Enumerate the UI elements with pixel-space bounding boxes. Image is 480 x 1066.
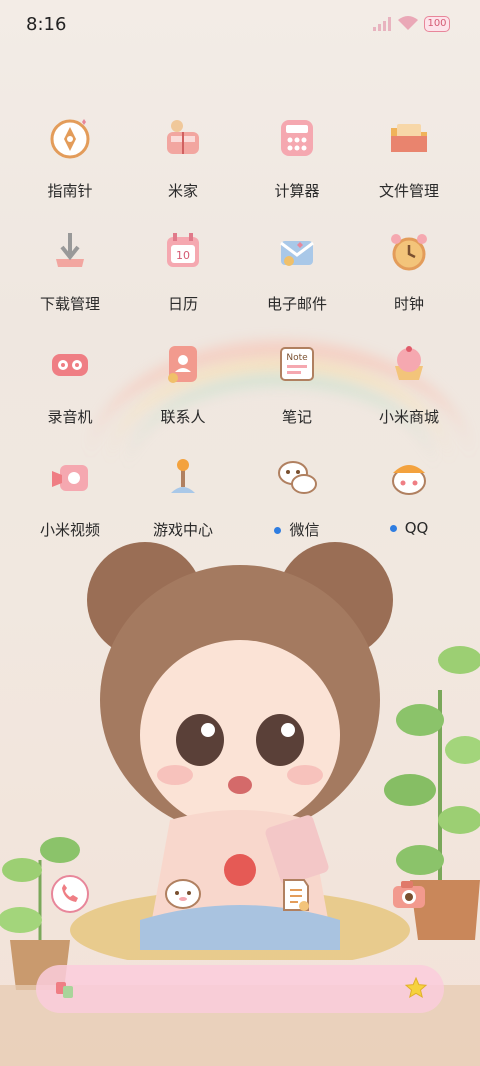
app-file-manager[interactable]: 文件管理 [353, 108, 465, 201]
star-icon[interactable] [404, 976, 428, 1000]
download-icon [40, 221, 100, 281]
app-label: 文件管理 [378, 182, 439, 200]
app-label: 微信 [241, 519, 353, 540]
app-qq[interactable]: QQ [353, 447, 465, 537]
app-label: 游戏中心 [152, 521, 213, 539]
app-wechat[interactable]: 微信 [241, 447, 353, 540]
calculator-icon [267, 108, 327, 168]
dock-phone[interactable] [40, 864, 100, 924]
app-label: 米家 [167, 182, 198, 200]
app-mi-store[interactable]: 小米商城 [353, 334, 465, 427]
new-indicator-dot [274, 527, 282, 534]
alarm-clock-icon [379, 221, 439, 281]
cupcake-store-icon [379, 334, 439, 394]
app-mijia[interactable]: 米家 [127, 108, 239, 201]
status-time: 8:16 [26, 14, 67, 35]
girl-illustration [70, 542, 410, 960]
contacts-icon [153, 334, 213, 394]
app-calendar[interactable]: 10 日历 [127, 221, 239, 314]
app-clock[interactable]: 时钟 [353, 221, 465, 314]
app-label: 小米商城 [378, 408, 439, 426]
camera-icon [393, 881, 425, 908]
app-label: 笔记 [281, 408, 312, 426]
app-notes[interactable]: Note 笔记 [241, 334, 353, 427]
calendar-icon: 10 [153, 221, 213, 281]
app-label: 时钟 [393, 295, 424, 313]
app-download-manager[interactable]: 下载管理 [14, 221, 126, 314]
app-label: 联系人 [160, 408, 206, 426]
compass-icon [40, 108, 100, 168]
app-label-text: QQ [404, 519, 429, 537]
app-label: QQ [353, 519, 465, 537]
note-badge: Note [286, 353, 308, 363]
dock-browser[interactable] [266, 864, 326, 924]
mi-assistant-icon[interactable] [54, 978, 76, 1000]
video-icon [40, 447, 100, 507]
app-game-center[interactable]: 游戏中心 [127, 447, 239, 540]
app-label: 小米视频 [39, 521, 100, 539]
app-label: 下载管理 [39, 295, 100, 313]
mijia-icon [153, 108, 213, 168]
app-compass[interactable]: 指南针 [14, 108, 126, 201]
app-email[interactable]: 电子邮件 [241, 221, 353, 314]
calendar-date: 10 [176, 249, 190, 262]
app-label-text: 微信 [289, 521, 320, 539]
app-mi-video[interactable]: 小米视频 [14, 447, 126, 540]
phone-icon [51, 875, 89, 913]
folder-icon [379, 108, 439, 168]
mail-icon [267, 221, 327, 281]
wechat-icon [267, 447, 327, 507]
dock-camera[interactable] [379, 864, 439, 924]
app-contacts[interactable]: 联系人 [127, 334, 239, 427]
messages-icon [165, 879, 201, 909]
note-icon: Note [267, 334, 327, 394]
app-calculator[interactable]: 计算器 [241, 108, 353, 201]
joystick-icon [153, 447, 213, 507]
app-label: 计算器 [274, 182, 320, 200]
app-label: 录音机 [47, 408, 93, 426]
app-label: 电子邮件 [266, 295, 327, 313]
signal-icon [373, 17, 391, 31]
dock-messages[interactable] [153, 864, 213, 924]
app-label: 指南针 [47, 182, 93, 200]
browser-icon [283, 879, 309, 911]
wifi-icon [398, 16, 418, 30]
qq-icon [379, 447, 439, 507]
new-indicator-dot [389, 525, 397, 532]
status-bar: 8:16 100 [0, 0, 480, 50]
app-recorder[interactable]: 录音机 [14, 334, 126, 427]
recorder-icon [40, 334, 100, 394]
search-bar[interactable] [36, 965, 444, 1013]
battery-indicator: 100 [424, 16, 450, 32]
app-label: 日历 [167, 295, 198, 313]
